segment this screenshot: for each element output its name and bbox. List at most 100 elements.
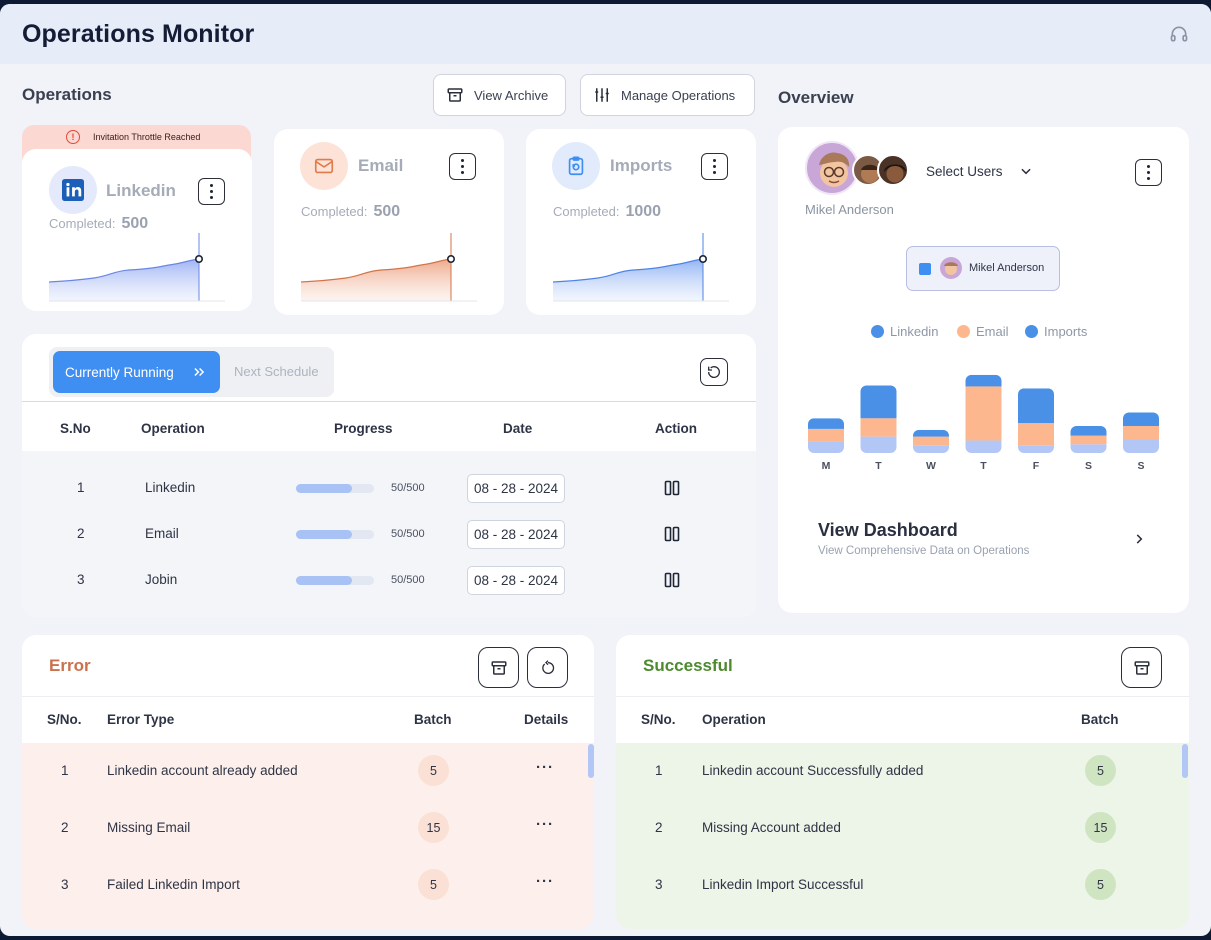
manage-operations-button[interactable]: Manage Operations [580,74,755,116]
imports-card-menu-button[interactable] [701,153,728,180]
bar-segment-imports [808,441,844,453]
bar-stack[interactable] [1123,412,1159,453]
linkedin-card-menu-button[interactable] [198,178,225,205]
legend-dot [871,325,884,338]
table-row-sno: 2 [77,526,85,541]
error-retry-button[interactable] [527,647,568,688]
bar-stack[interactable] [1070,425,1107,453]
selected-user-name: Mikel Anderson [805,202,894,217]
batch-badge: 15 [418,812,449,843]
bar-segment-imports [965,440,1002,453]
successful-scrollbar[interactable] [1182,744,1188,778]
email-sparkline [301,233,477,302]
error-archive-button[interactable] [478,647,519,688]
archive-icon [447,88,463,102]
app-title: Operations Monitor [22,19,255,48]
table-row-sno: 2 [655,820,663,835]
error-scrollbar[interactable] [588,744,594,778]
successful-title: Successful [643,656,733,675]
table-row-operation: Missing Account added [702,820,841,835]
bar-segment-linkedin [913,429,949,437]
avatar-face-icon [944,262,958,275]
bar-segment-email [965,386,1002,441]
pause-icon[interactable] [664,480,680,496]
mail-icon [314,158,334,174]
schedule-refresh-button[interactable] [700,358,728,386]
clipboard-icon-wrap [552,142,600,190]
bar-segment-email [808,428,844,442]
bar-segment-imports [860,436,897,453]
pause-icon[interactable] [664,572,680,588]
col-header-batch: Batch [1081,712,1119,727]
more-details-button[interactable]: ··· [536,816,554,833]
x-tick-label: T [875,460,882,472]
successful-archive-button[interactable] [1121,647,1162,688]
more-details-button[interactable]: ··· [536,759,554,776]
error-divider [22,696,594,697]
pause-icon[interactable] [664,526,680,542]
progress-count: 50/500 [391,482,425,494]
col-header-date: Date [503,421,533,436]
col-header-action: Action [655,421,697,436]
x-tick-label: S [1085,460,1092,472]
avatar-primary[interactable] [805,141,859,195]
schedule-table-body [22,451,756,617]
bar-stack[interactable] [913,429,949,453]
legend-dot [1025,325,1038,338]
bar-stack[interactable] [860,385,897,453]
col-header-operation: Operation [702,712,766,727]
legend-linkedin: Linkedin [871,324,938,339]
tab-next-schedule[interactable]: Next Schedule [234,364,319,379]
completed-label: Completed: [49,216,116,231]
bar-segment-email [1070,435,1107,445]
table-row-sno: 3 [61,877,69,892]
x-tick-label: T [980,460,987,472]
col-header-error-type: Error Type [107,712,175,727]
table-row-error-type: Failed Linkedin Import [107,877,240,892]
bar-segment-linkedin [1018,388,1054,424]
linkedin-card-title: Linkedin [106,181,176,200]
email-card-menu-button[interactable] [449,153,476,180]
linkedin-completed: Completed: 500 [49,215,148,233]
top-bar: Operations Monitor [0,4,1211,64]
overview-menu-button[interactable] [1135,159,1162,186]
clipboard-icon [568,156,584,176]
table-row-sno: 1 [77,480,85,495]
progress-count: 50/500 [391,528,425,540]
user-chip[interactable]: Mikel Anderson [906,246,1060,291]
more-details-button[interactable]: ··· [536,873,554,890]
tab-currently-running[interactable]: Currently Running [53,351,220,393]
headset-icon[interactable] [1169,24,1189,44]
chevron-right-icon[interactable] [1132,532,1146,546]
view-archive-button[interactable]: View Archive [433,74,566,116]
linkedin-sparkline [49,233,225,302]
chip-avatar [940,257,962,279]
bar-stack[interactable] [808,418,844,453]
mail-icon-wrap [300,142,348,190]
x-tick-label: F [1033,460,1040,472]
table-row-sno: 1 [61,763,69,778]
email-completed: Completed: 500 [301,203,400,221]
date-field[interactable]: 08 - 28 - 2024 [467,520,565,549]
alert-icon: ! [66,130,80,144]
date-field[interactable]: 08 - 28 - 2024 [467,566,565,595]
linkedin-completed-value: 500 [121,215,149,232]
progress-bar [296,576,374,585]
overview-title: Overview [778,88,854,107]
bar-stack[interactable] [1018,388,1054,453]
email-card: Email Completed: 500 [274,129,504,315]
sliders-icon [595,88,609,102]
table-row-operation: Linkedin [145,480,196,495]
chevron-down-icon[interactable] [1019,164,1033,178]
progress-bar [296,484,374,493]
avatar-tertiary[interactable] [877,154,909,186]
completed-label: Completed: [553,204,620,219]
bar-segment-linkedin [1070,425,1107,436]
legend-email: Email [957,324,1009,339]
view-dashboard-title[interactable]: View Dashboard [818,520,958,541]
successful-divider [616,696,1189,697]
select-users-dropdown[interactable]: Select Users [926,164,1003,179]
bar-stack[interactable] [965,374,1002,453]
bar-segment-linkedin [808,418,844,429]
date-field[interactable]: 08 - 28 - 2024 [467,474,565,503]
